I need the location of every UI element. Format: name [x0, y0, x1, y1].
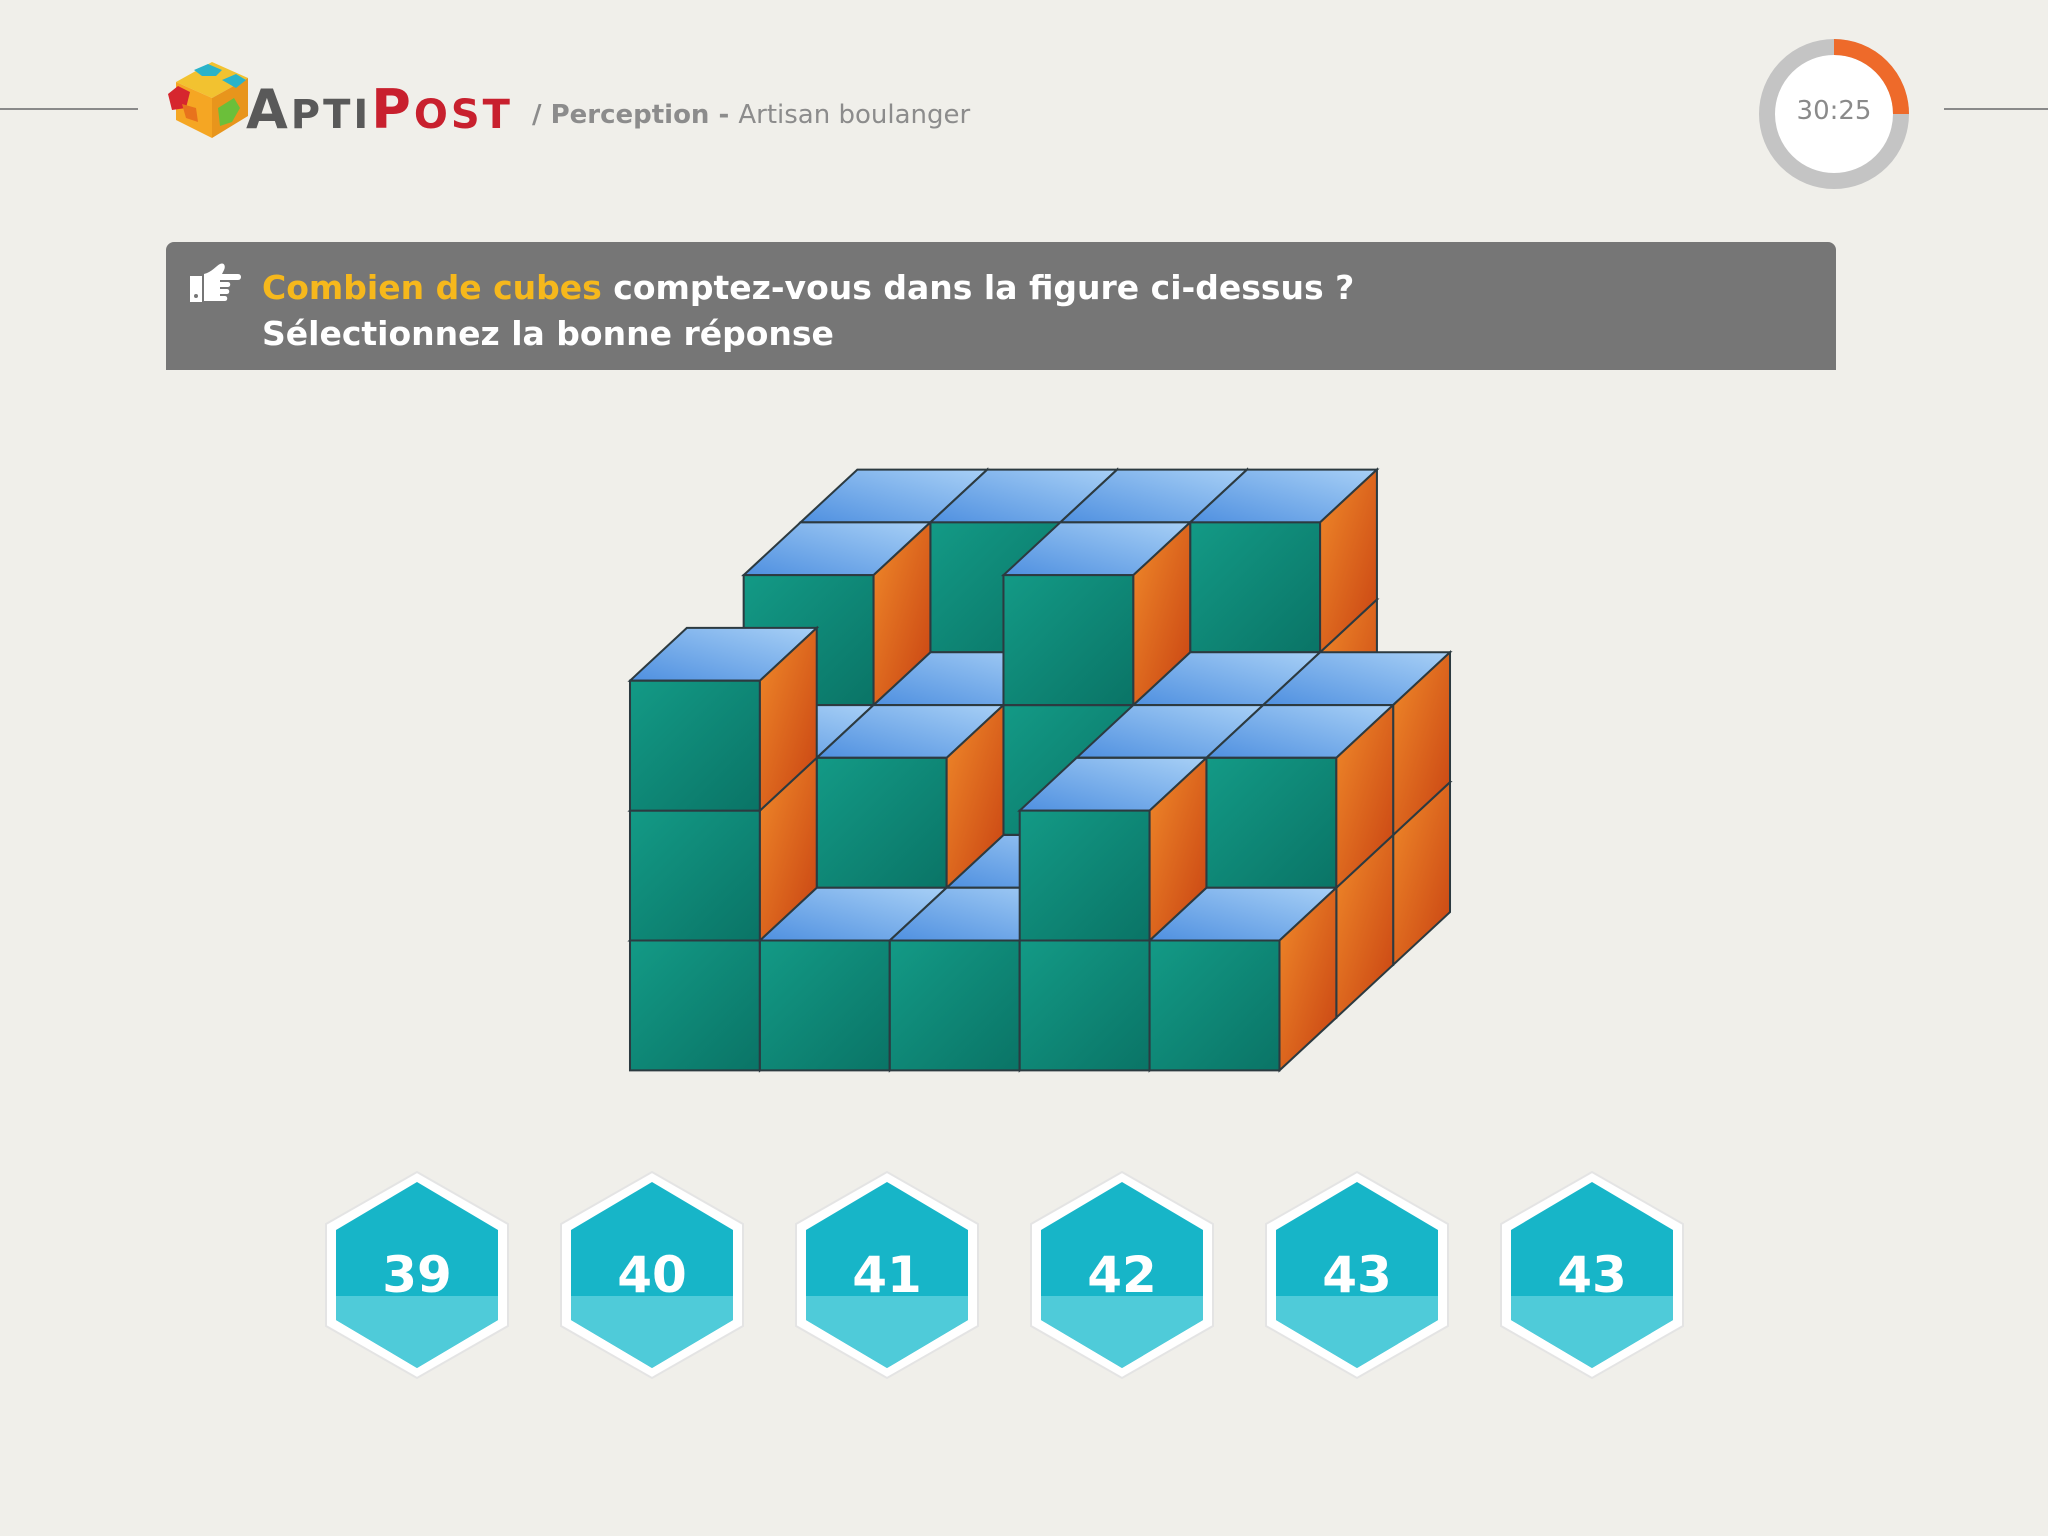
cube — [1203, 702, 1396, 891]
cube-figure — [627, 467, 1453, 1073]
brand-name: APTIPOST — [246, 78, 513, 141]
cube-front-face — [628, 939, 761, 1072]
cube — [1017, 755, 1210, 943]
cube-front-face — [1189, 521, 1322, 654]
header-rule-left — [0, 108, 138, 110]
answer-value: 41 — [852, 1246, 922, 1304]
header-rule-right — [1944, 108, 2048, 110]
question-rest: comptez-vous dans la figure ci-dessus ? — [601, 268, 1355, 307]
breadcrumb: / Perception - Artisan boulanger — [532, 100, 970, 130]
breadcrumb-section: Perception — [550, 100, 710, 130]
answer-option-41[interactable]: 41 — [790, 1168, 984, 1382]
answer-option-43-a[interactable]: 43 — [1260, 1168, 1454, 1382]
question-highlight: Combien de cubes — [262, 268, 602, 307]
cube — [1187, 467, 1380, 655]
cube — [627, 625, 820, 813]
cube-front-face — [628, 809, 761, 942]
question-instruction: Sélectionnez la bonne réponse — [262, 314, 834, 353]
cube-front-face — [1018, 809, 1151, 942]
breadcrumb-dash: - — [709, 100, 739, 130]
breadcrumb-job: Artisan boulanger — [738, 100, 971, 130]
aptipost-logo-icon — [168, 62, 248, 138]
answer-option-42[interactable]: 42 — [1025, 1168, 1219, 1382]
cube-front-face — [758, 939, 891, 1072]
cube-front-face — [1018, 939, 1151, 1072]
timer-value: 30:25 — [1796, 96, 1872, 126]
cube-front-face — [815, 756, 948, 889]
question-banner: Combien de cubes comptez-vous dans la fi… — [166, 242, 1836, 370]
answer-value: 43 — [1557, 1246, 1627, 1304]
cube-front-face — [1002, 574, 1135, 707]
answer-value: 42 — [1087, 1246, 1157, 1304]
answer-option-43-b[interactable]: 43 — [1495, 1168, 1689, 1382]
pointing-hand-icon — [190, 263, 241, 302]
answer-option-39[interactable]: 39 — [320, 1168, 514, 1382]
answer-option-40[interactable]: 40 — [555, 1168, 749, 1382]
breadcrumb-separator: / — [532, 100, 551, 130]
cube — [814, 702, 1007, 891]
cube — [1000, 520, 1193, 708]
answer-value: 40 — [617, 1246, 687, 1304]
cube-front-face — [628, 679, 761, 812]
question-text: Combien de cubes comptez-vous dans la fi… — [262, 268, 1354, 307]
cube-front-face — [1205, 756, 1338, 889]
answer-value: 39 — [382, 1246, 452, 1304]
cube-front-face — [888, 939, 1021, 1072]
cube-front-face — [1148, 939, 1281, 1072]
answer-value: 43 — [1322, 1246, 1392, 1304]
